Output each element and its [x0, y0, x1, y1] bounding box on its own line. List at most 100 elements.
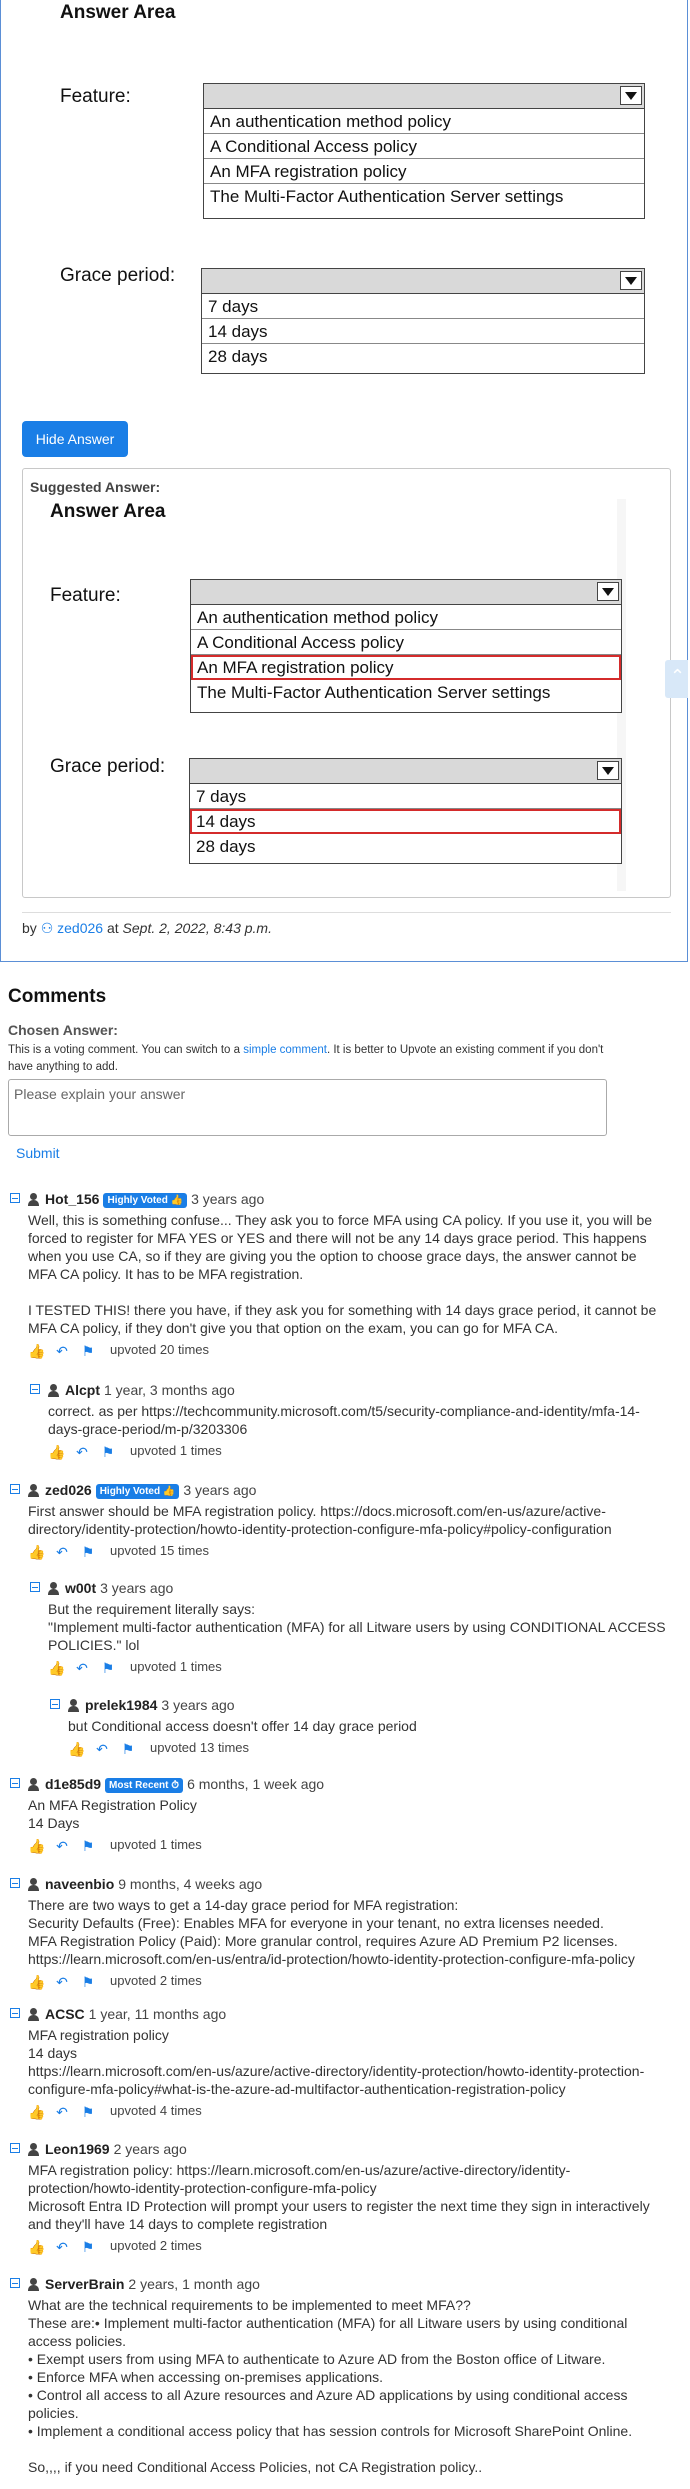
collapse-icon[interactable]: [10, 1193, 20, 1203]
comment: Alcpt 1 year, 3 months ago correct. as per…: [30, 1380, 668, 1460]
reply-icon[interactable]: ↶: [74, 1661, 90, 1675]
simple-comment-link[interactable]: simple comment: [243, 1044, 327, 1056]
flag-icon[interactable]: ⚑: [120, 1742, 136, 1756]
comment-timestamp: 1 year, 3 months ago: [104, 1382, 235, 1398]
byline: by ⚇ zed026 at Sept. 2, 2022, 8:43 p.m.: [22, 920, 272, 937]
comment-textarea[interactable]: Please explain your answer: [8, 1079, 607, 1136]
comment-paragraph: An MFA Registration Policy: [28, 1797, 197, 1813]
feature-dropdown-header[interactable]: [204, 84, 644, 109]
comment-paragraph: First answer should be MFA registration …: [28, 1503, 612, 1537]
comment-actions: 👍 ↶ ⚑ upvoted 1 times: [48, 1658, 668, 1676]
comment-timestamp: 2 years ago: [113, 2141, 187, 2157]
comment-username[interactable]: w00t: [65, 1580, 96, 1596]
user-icon: [48, 1384, 59, 1397]
comment-body: First answer should be MFA registration …: [28, 1502, 668, 1538]
comment-header: ACSC 1 year, 11 months ago: [10, 2004, 668, 2024]
collapse-icon[interactable]: [10, 2008, 20, 2018]
collapse-icon[interactable]: [30, 1582, 40, 1592]
comment: Leon1969 2 years ago MFA registration poli…: [10, 2139, 668, 2255]
byline-date: Sept. 2, 2022, 8:43 p.m.: [122, 920, 272, 936]
comment-timestamp: 3 years ago: [183, 1482, 257, 1498]
scroll-to-top-button[interactable]: [665, 660, 688, 698]
collapse-icon[interactable]: [30, 1384, 40, 1394]
feature-dropdown[interactable]: An authentication method policy A Condit…: [203, 83, 645, 219]
comment-username[interactable]: d1e85d9: [45, 1776, 101, 1792]
upvote-icon[interactable]: 👍: [48, 1661, 65, 1675]
flag-icon[interactable]: ⚑: [100, 1445, 116, 1459]
feature-option[interactable]: A Conditional Access policy: [204, 134, 644, 159]
user-icon: [28, 2278, 39, 2291]
feature-option[interactable]: An MFA registration policy: [204, 159, 644, 184]
feature-option[interactable]: The Multi-Factor Authentication Server s…: [204, 184, 644, 209]
grace-dropdown-header[interactable]: [202, 269, 644, 294]
flag-icon[interactable]: ⚑: [80, 1545, 96, 1559]
upvote-icon[interactable]: 👍: [68, 1742, 85, 1756]
byline-at: at: [106, 920, 119, 936]
grace-option[interactable]: 14 days: [202, 319, 644, 344]
reply-icon[interactable]: ↶: [54, 1545, 70, 1559]
comment-paragraph: "Implement multi-factor authentication (…: [48, 1619, 666, 1653]
collapse-icon[interactable]: [10, 1778, 20, 1788]
upvote-icon[interactable]: 👍: [28, 2105, 45, 2119]
suggested-feature-dropdown: An authentication method policy A Condit…: [190, 579, 622, 713]
comment-body: correct. as per https://techcommunity.mi…: [48, 1402, 668, 1438]
comment-paragraph: [28, 1283, 668, 1301]
comment-timestamp: 3 years ago: [100, 1580, 174, 1596]
comment-username[interactable]: Hot_156: [45, 1191, 99, 1207]
comment-username[interactable]: prelek1984: [85, 1697, 157, 1713]
upvote-icon[interactable]: 👍: [48, 1445, 65, 1459]
comment-username[interactable]: ACSC: [45, 2006, 85, 2022]
reply-icon[interactable]: ↶: [54, 1975, 70, 1989]
comment-username[interactable]: ServerBrain: [45, 2276, 124, 2292]
suggested-feature-dropdown-header: [191, 580, 621, 605]
suggested-grace-dropdown: 7 days 14 days 28 days: [189, 758, 622, 864]
reply-icon[interactable]: ↶: [54, 1839, 70, 1853]
upvote-icon[interactable]: 👍: [28, 1975, 45, 1989]
collapse-icon[interactable]: [50, 1699, 60, 1709]
hide-answer-button[interactable]: Hide Answer: [22, 421, 128, 457]
vote-badge: Highly Voted 👍: [103, 1193, 188, 1208]
upvote-icon[interactable]: 👍: [28, 1545, 45, 1559]
upvote-icon[interactable]: 👍: [28, 2240, 45, 2254]
comment-actions: 👍 ↶ ⚑ upvoted 2 times: [28, 2237, 668, 2255]
collapse-icon[interactable]: [10, 2143, 20, 2153]
chevron-down-icon[interactable]: [620, 86, 642, 105]
vote-badge: Most Recent ⏱: [105, 1778, 184, 1793]
suggested-feature-option: An authentication method policy: [191, 605, 621, 630]
upvote-icon[interactable]: 👍: [28, 1344, 45, 1358]
reply-icon[interactable]: ↶: [54, 1344, 70, 1358]
flag-icon[interactable]: ⚑: [80, 1839, 96, 1853]
comment-username[interactable]: Leon1969: [45, 2141, 110, 2157]
chevron-down-icon[interactable]: [620, 271, 642, 290]
reply-icon[interactable]: ↶: [74, 1445, 90, 1459]
flag-icon[interactable]: ⚑: [80, 1975, 96, 1989]
grace-period-dropdown[interactable]: 7 days 14 days 28 days: [201, 268, 645, 374]
reply-icon[interactable]: ↶: [94, 1742, 110, 1756]
reply-icon[interactable]: ↶: [54, 2105, 70, 2119]
upvote-count: upvoted 1 times: [130, 1659, 222, 1674]
byline-user[interactable]: ⚇ zed026: [41, 920, 103, 936]
feature-option[interactable]: An authentication method policy: [204, 109, 644, 134]
flag-icon[interactable]: ⚑: [80, 1344, 96, 1358]
comment-paragraph: So,,,, if you need Conditional Access Po…: [28, 2459, 483, 2475]
comment-paragraph: Security Defaults (Free): Enables MFA fo…: [28, 1915, 604, 1931]
upvote-icon[interactable]: 👍: [28, 1839, 45, 1853]
submit-button[interactable]: Submit: [16, 1145, 60, 1161]
flag-icon[interactable]: ⚑: [80, 2240, 96, 2254]
comment-username[interactable]: Alcpt: [65, 1382, 100, 1398]
collapse-icon[interactable]: [10, 1878, 20, 1888]
reply-icon[interactable]: ↶: [54, 2240, 70, 2254]
grace-option[interactable]: 7 days: [202, 294, 644, 319]
upvote-count: upvoted 2 times: [110, 2238, 202, 2253]
flag-icon[interactable]: ⚑: [80, 2105, 96, 2119]
comment-paragraph: 14 Days: [28, 1815, 80, 1831]
suggested-feature-label: Feature:: [50, 585, 121, 606]
comment-username[interactable]: zed026: [45, 1482, 92, 1498]
collapse-icon[interactable]: [10, 2278, 20, 2288]
comment-username[interactable]: naveenbio: [45, 1876, 114, 1892]
flag-icon[interactable]: ⚑: [100, 1661, 116, 1675]
collapse-icon[interactable]: [10, 1484, 20, 1494]
comment-paragraph: • Implement a conditional access policy …: [28, 2423, 633, 2439]
byline-username[interactable]: zed026: [57, 920, 103, 936]
grace-option[interactable]: 28 days: [202, 344, 644, 369]
